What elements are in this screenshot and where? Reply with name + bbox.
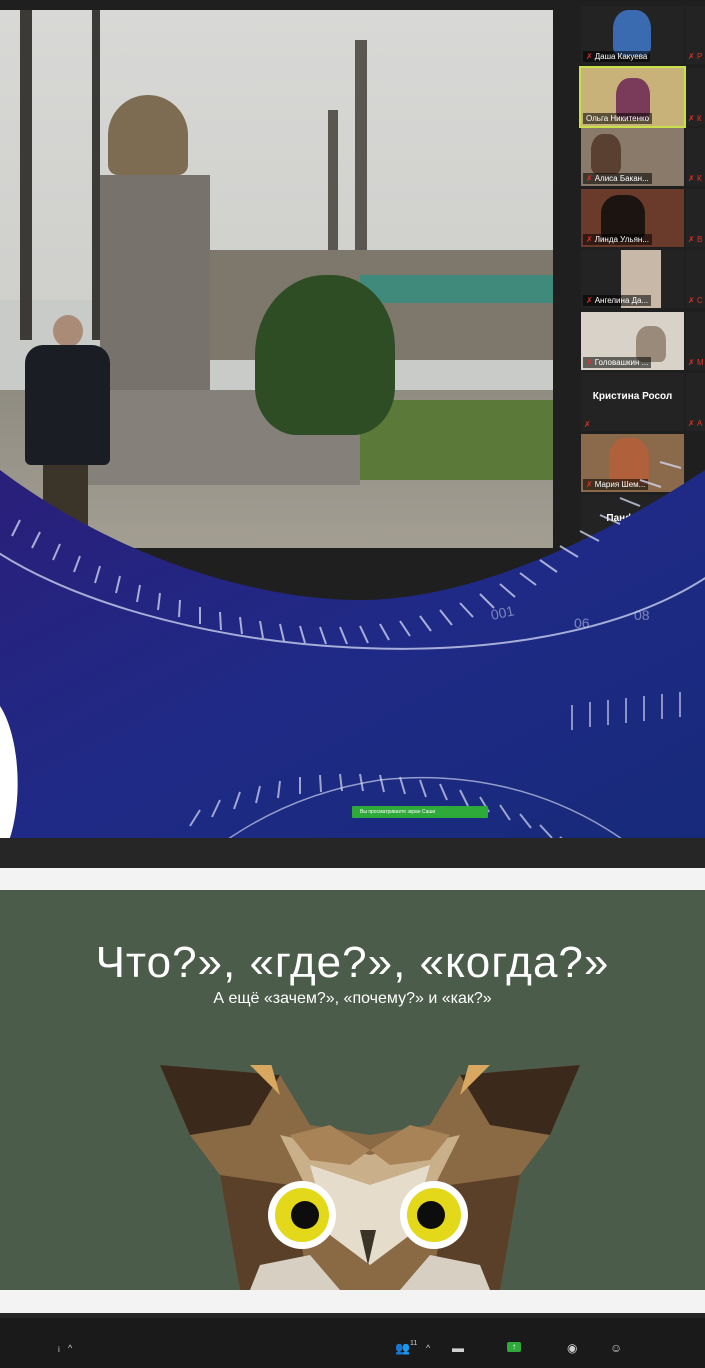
participant-name: ✗ Даша Какуева bbox=[583, 51, 651, 62]
share-screen-icon[interactable]: ↑ bbox=[507, 1342, 521, 1352]
participant-tile-partial[interactable]: ✗ В bbox=[686, 189, 705, 247]
participant-tile[interactable]: ✗ Ангелина Да... bbox=[581, 250, 684, 308]
video-bush bbox=[255, 275, 395, 435]
participant-tile-partial[interactable]: ✗ А bbox=[686, 373, 705, 431]
participant-name: ✗ Алиса Бакан... bbox=[583, 173, 652, 184]
mic-muted-icon: ✗ В bbox=[688, 235, 703, 244]
mic-muted-icon: ✗ bbox=[586, 174, 593, 183]
participant-tile[interactable]: ✗ Даша Какуева bbox=[581, 6, 684, 64]
video-roof bbox=[360, 275, 553, 303]
participants-count: 11 bbox=[410, 1340, 418, 1347]
participant-tile-active[interactable]: Ольга Никитенко bbox=[579, 66, 686, 128]
top-screen-share: ✗ Даша Какуева Ольга Никитенко ✗ Алиса Бак… bbox=[0, 0, 705, 600]
shared-video[interactable] bbox=[0, 10, 553, 548]
partial-label-icon: i bbox=[58, 1345, 60, 1354]
arc-numbers: 001 06 08 bbox=[489, 602, 649, 631]
white-arc bbox=[0, 706, 18, 860]
participant-tile-partial[interactable]: ✗ С bbox=[686, 250, 705, 308]
man-head bbox=[53, 315, 83, 347]
mic-muted-icon: ✗ Р bbox=[688, 52, 703, 61]
participant-name: Ольга Никитенко bbox=[583, 113, 653, 124]
participant-tile-partial[interactable]: ✗ К bbox=[686, 128, 705, 186]
mic-muted-icon: ✗ bbox=[586, 52, 593, 61]
screen-share-notice[interactable]: Вы просматриваете экран Саши bbox=[352, 806, 488, 818]
mic-muted-icon: ✗ bbox=[584, 420, 591, 429]
video-tree bbox=[20, 10, 32, 340]
video-tree bbox=[92, 10, 100, 340]
meeting-toolbar: i ^ 👥 11 ^ ▬ ↑ ◉ ☺ bbox=[0, 1318, 705, 1368]
participant-name-large: Кристина Росол bbox=[592, 391, 673, 402]
participant-tile[interactable]: ✗ Головашкин ... bbox=[581, 312, 684, 370]
participant-name: ✗ Ангелина Да... bbox=[583, 295, 652, 306]
man-coat bbox=[25, 345, 110, 465]
monument-bust bbox=[108, 95, 188, 175]
mic-muted-icon: ✗ А bbox=[688, 419, 703, 428]
participant-tile[interactable]: Панфилов ✗ bbox=[581, 495, 684, 553]
slide-title: Что?», «где?», «когда?» bbox=[95, 938, 610, 987]
participant-tile-partial[interactable]: ✗ Р bbox=[686, 6, 705, 64]
participant-name: ✗ Головашкин ... bbox=[583, 357, 652, 368]
chevron-up-icon[interactable]: ^ bbox=[68, 1343, 72, 1353]
mic-muted-icon: ✗ bbox=[586, 296, 593, 305]
participant-tile[interactable]: ✗ Мария Шем... bbox=[581, 434, 684, 492]
arc-ticks bbox=[571, 692, 681, 730]
participant-name: ✗ Линда Ульян... bbox=[583, 234, 652, 245]
svg-text:06: 06 bbox=[574, 615, 590, 631]
record-icon[interactable]: ◉ bbox=[567, 1341, 577, 1355]
slide-subtitle: А ещё «зачем?», «почему?» и «как?» bbox=[213, 990, 492, 1007]
participant-tile-partial[interactable]: ✗ М bbox=[686, 312, 705, 370]
mic-muted-icon: ✗ С bbox=[688, 296, 703, 305]
participant-name-large: Панфилов bbox=[606, 513, 659, 524]
mic-muted-icon: ✗ bbox=[586, 480, 593, 489]
mic-muted-icon: ✗ bbox=[586, 358, 593, 367]
participant-person bbox=[591, 134, 621, 174]
svg-text:001: 001 bbox=[489, 602, 515, 623]
participant-tile[interactable]: ✗ Алиса Бакан... bbox=[581, 128, 684, 186]
mic-muted-icon: ✗ К bbox=[688, 174, 702, 183]
participant-name: ✗ Мария Шем... bbox=[583, 479, 649, 490]
mic-muted-icon: ✗ К bbox=[688, 114, 702, 123]
mic-muted-icon: ✗ М bbox=[688, 358, 704, 367]
participant-tile-partial[interactable]: ✗ К bbox=[686, 68, 705, 126]
participants-icon[interactable]: 👥 bbox=[395, 1341, 410, 1355]
participant-video bbox=[613, 10, 651, 56]
owl-illustration bbox=[160, 1065, 580, 1290]
man-legs bbox=[43, 465, 88, 545]
mic-muted-icon: ✗ bbox=[584, 542, 591, 551]
chat-icon[interactable]: ▬ bbox=[452, 1341, 464, 1355]
chevron-up-icon[interactable]: ^ bbox=[426, 1343, 430, 1353]
participant-tile[interactable]: ✗ Линда Ульян... bbox=[581, 189, 684, 247]
monument-pedestal bbox=[100, 175, 210, 390]
participant-tile[interactable]: Кристина Росол ✗ bbox=[581, 373, 684, 431]
svg-text:08: 08 bbox=[634, 607, 650, 623]
video-man bbox=[15, 315, 115, 545]
reactions-icon[interactable]: ☺ bbox=[610, 1341, 622, 1355]
mic-muted-icon: ✗ bbox=[586, 235, 593, 244]
presentation-slide[interactable]: Что?», «где?», «когда?» А ещё «зачем?», … bbox=[0, 890, 705, 1290]
